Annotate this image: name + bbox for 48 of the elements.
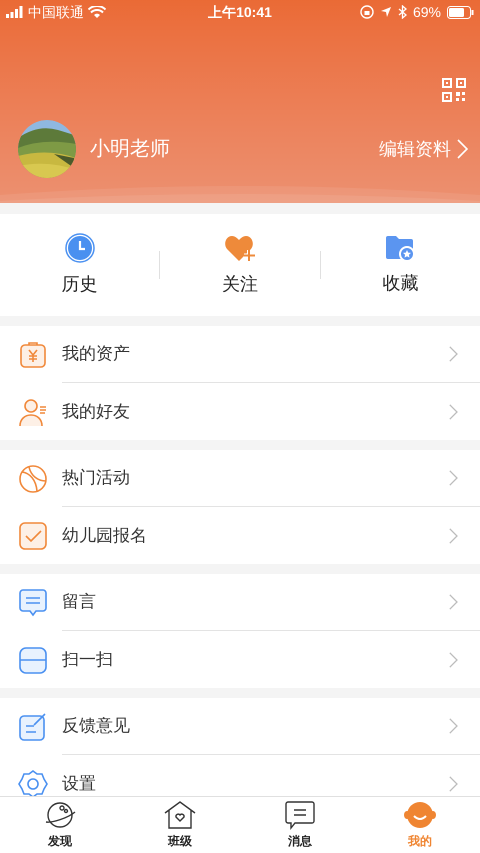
tab-button[interactable]: 班级	[120, 797, 240, 853]
wallet-icon	[18, 340, 48, 370]
shortcut-button[interactable]: 收藏	[320, 234, 480, 296]
time-text: 上午10:41	[207, 2, 273, 22]
chevron-icon	[457, 139, 468, 159]
user-icon	[18, 396, 48, 426]
message-icon	[18, 588, 48, 618]
menu-item[interactable]: 留言	[62, 574, 450, 630]
shortcut-button[interactable]: 历史	[0, 232, 160, 298]
qr-code-icon[interactable]	[442, 78, 466, 102]
chevron-icon	[449, 776, 458, 792]
battery-icon	[447, 6, 474, 18]
menu-item[interactable]: 我的好友	[62, 383, 450, 440]
gear-icon	[18, 768, 48, 796]
planet-icon	[43, 800, 77, 830]
checkbox-icon	[18, 520, 48, 550]
menu-item[interactable]: 设置	[62, 755, 450, 796]
tab-button[interactable]: 发现	[0, 797, 120, 853]
menu-item[interactable]: 我的资产	[62, 326, 450, 382]
chevron-icon	[449, 528, 458, 544]
chat-icon	[283, 800, 317, 830]
chevron-icon	[449, 470, 458, 486]
bluetooth-icon	[398, 5, 407, 19]
menu-item[interactable]: 反馈意见	[62, 698, 450, 754]
face-icon	[403, 800, 437, 830]
chevron-icon	[449, 652, 458, 668]
location-icon	[380, 6, 392, 18]
chevron-icon	[449, 346, 458, 362]
menu-item[interactable]: 幼儿园报名	[62, 507, 450, 564]
folder-star-icon	[385, 234, 416, 262]
chevron-icon	[449, 718, 458, 734]
rotation-lock-icon	[360, 5, 374, 19]
wifi-icon	[88, 6, 106, 18]
clock-icon	[64, 232, 95, 262]
edit-icon	[18, 712, 48, 742]
shortcut-button[interactable]: 关注	[160, 232, 320, 298]
carrier-text: 中国联通	[28, 2, 84, 22]
chevron-icon	[449, 594, 458, 610]
tab-button[interactable]: 消息	[240, 797, 360, 853]
user-name: 小明老师	[90, 137, 170, 162]
chevron-icon	[449, 404, 458, 420]
scan-icon	[18, 644, 48, 674]
signal-icon	[6, 6, 24, 18]
house-heart-icon	[163, 800, 197, 830]
ball-icon	[18, 464, 48, 494]
menu-item[interactable]: 扫一扫	[62, 631, 450, 688]
menu-item[interactable]: 热门活动	[62, 450, 450, 506]
battery-text: 69%	[412, 2, 441, 22]
